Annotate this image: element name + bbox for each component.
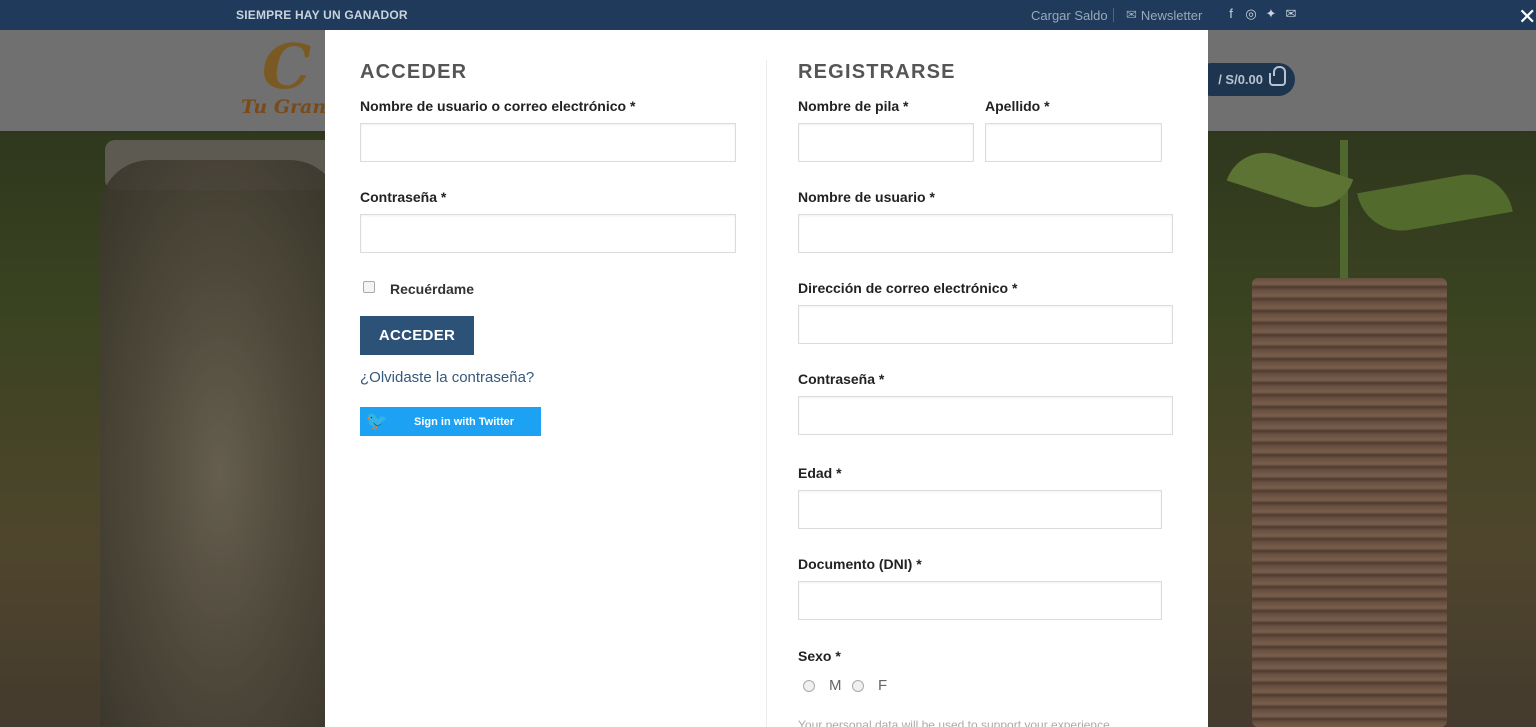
age-label: Edad * [798, 465, 842, 481]
logo-text[interactable]: Tu Gran [241, 96, 326, 118]
privacy-notice: Your personal data will be used to suppo… [798, 718, 1110, 727]
register-password-label: Contraseña * [798, 371, 885, 387]
topbar-divider [1113, 8, 1114, 22]
instagram-icon[interactable]: ◎ [1244, 6, 1258, 22]
mail-icon[interactable]: ✉ [1284, 6, 1298, 22]
column-divider [766, 60, 767, 727]
register-password-input[interactable] [798, 396, 1173, 435]
age-input[interactable] [798, 490, 1162, 529]
dni-label: Documento (DNI) * [798, 556, 922, 572]
twitter-icon[interactable]: ✦ [1264, 6, 1278, 22]
sex-option-m-label[interactable]: M [829, 677, 842, 694]
first-name-input[interactable] [798, 123, 974, 162]
login-title: ACCEDER [360, 61, 468, 83]
forgot-password-link[interactable]: ¿Olvidaste la contraseña? [360, 369, 534, 386]
login-password-input[interactable] [360, 214, 736, 253]
register-username-input[interactable] [798, 214, 1173, 253]
sex-option-f-label[interactable]: F [878, 677, 887, 694]
cart-total: / S/0.00 [1218, 72, 1263, 87]
remember-label[interactable]: Recuérdame [390, 281, 474, 297]
logo-mark[interactable]: C [262, 36, 311, 98]
basket-icon [1269, 66, 1286, 86]
newsletter-label: Newsletter [1140, 7, 1203, 23]
sex-radio-f[interactable] [852, 680, 864, 692]
sex-label: Sexo * [798, 648, 841, 664]
sex-radio-m[interactable] [803, 680, 815, 692]
cart-button[interactable]: / S/0.00 [1195, 63, 1295, 96]
email-label: Dirección de correo electrónico * [798, 280, 1018, 296]
last-name-label: Apellido * [985, 98, 1050, 114]
login-button[interactable]: ACCEDER [360, 316, 474, 355]
login-password-label: Contraseña * [360, 189, 447, 205]
twitter-bird-icon: 🐦 [365, 411, 389, 431]
cargar-saldo-link[interactable]: Cargar Saldo [1031, 8, 1108, 23]
register-title: REGISTRARSE [798, 61, 956, 83]
first-name-label: Nombre de pila * [798, 98, 909, 114]
site-tagline: SIEMPRE HAY UN GANADOR [236, 8, 408, 22]
register-username-label: Nombre de usuario * [798, 189, 935, 205]
envelope-icon: ✉ [1126, 7, 1137, 22]
newsletter-link[interactable]: ✉ Newsletter [1126, 7, 1202, 23]
close-icon[interactable]: ✕ [1518, 6, 1536, 28]
facebook-icon[interactable]: f [1224, 6, 1238, 22]
remember-checkbox[interactable] [363, 281, 375, 293]
twitter-signin-button[interactable]: 🐦 Sign in with Twitter [360, 407, 541, 436]
login-username-label: Nombre de usuario o correo electrónico * [360, 98, 636, 114]
email-input[interactable] [798, 305, 1173, 344]
twitter-signin-label: Sign in with Twitter [414, 415, 515, 428]
dni-input[interactable] [798, 581, 1162, 620]
login-username-input[interactable] [360, 123, 736, 162]
social-links: f ◎ ✦ ✉ [1224, 6, 1298, 22]
last-name-input[interactable] [985, 123, 1162, 162]
top-bar: SIEMPRE HAY UN GANADOR Cargar Saldo ✉ Ne… [0, 0, 1536, 30]
